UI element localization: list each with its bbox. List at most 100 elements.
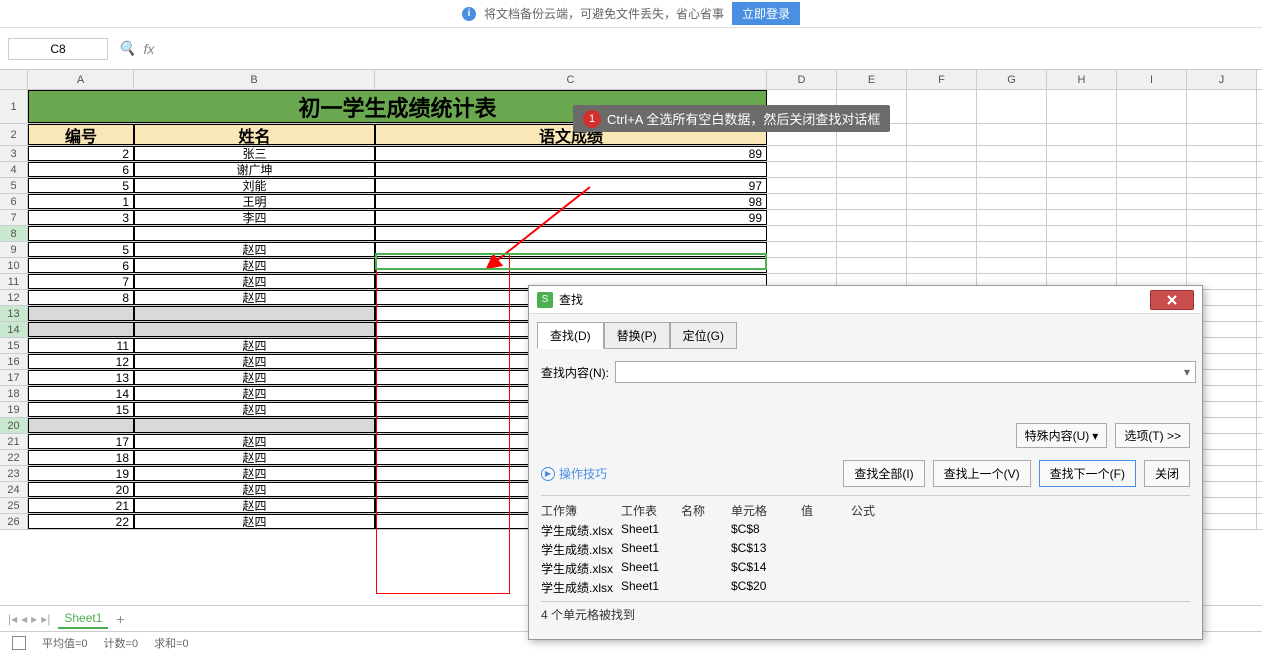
special-content-button[interactable]: 特殊内容(U)▾: [1016, 423, 1108, 448]
row-header[interactable]: 15: [0, 338, 28, 353]
row-header[interactable]: 25: [0, 498, 28, 513]
first-icon[interactable]: |◂: [8, 612, 17, 626]
cell[interactable]: 王明: [134, 194, 375, 209]
cell[interactable]: 赵四: [134, 386, 375, 401]
cell[interactable]: 刘能: [134, 178, 375, 193]
cell[interactable]: [134, 322, 375, 337]
close-button[interactable]: [1150, 290, 1194, 310]
row-header[interactable]: 23: [0, 466, 28, 481]
cell[interactable]: 18: [28, 450, 134, 465]
cell[interactable]: 8: [28, 290, 134, 305]
row-header[interactable]: 2: [0, 124, 28, 145]
cell[interactable]: 3: [28, 210, 134, 225]
sheet-nav[interactable]: |◂ ◂ ▸ ▸|: [8, 612, 50, 626]
cell[interactable]: 97: [375, 178, 767, 193]
cell-reference-input[interactable]: [8, 38, 108, 60]
result-row[interactable]: 学生成绩.xlsxSheet1$C$13: [541, 540, 1190, 559]
cell[interactable]: 1: [28, 194, 134, 209]
sheet-tab[interactable]: Sheet1: [58, 609, 108, 629]
col-header[interactable]: A: [28, 70, 134, 89]
row-header[interactable]: 7: [0, 210, 28, 225]
cell[interactable]: 21: [28, 498, 134, 513]
prev-icon[interactable]: ◂: [21, 612, 27, 626]
cell[interactable]: 赵四: [134, 338, 375, 353]
cell[interactable]: 89: [375, 146, 767, 161]
row-header[interactable]: 19: [0, 402, 28, 417]
cell[interactable]: 20: [28, 482, 134, 497]
find-all-button[interactable]: 查找全部(I): [843, 460, 924, 487]
close-button[interactable]: 关闭: [1144, 460, 1190, 487]
cell[interactable]: 5: [28, 242, 134, 257]
row-header[interactable]: 21: [0, 434, 28, 449]
cell[interactable]: 赵四: [134, 402, 375, 417]
row-header[interactable]: 5: [0, 178, 28, 193]
cell[interactable]: 98: [375, 194, 767, 209]
tab-find[interactable]: 查找(D): [537, 322, 604, 349]
selection-mode-icon[interactable]: [12, 636, 26, 650]
cell[interactable]: 2: [28, 146, 134, 161]
row-header[interactable]: 8: [0, 226, 28, 241]
cell[interactable]: 15: [28, 402, 134, 417]
cell[interactable]: 谢广坤: [134, 162, 375, 177]
search-input[interactable]: [615, 361, 1196, 383]
col-header[interactable]: I: [1117, 70, 1187, 89]
cell[interactable]: 赵四: [134, 354, 375, 369]
cell[interactable]: 赵四: [134, 450, 375, 465]
cell[interactable]: [375, 162, 767, 177]
dialog-titlebar[interactable]: S 查找: [529, 286, 1202, 314]
cell[interactable]: 12: [28, 354, 134, 369]
row-header[interactable]: 1: [0, 90, 28, 123]
row-header[interactable]: 10: [0, 258, 28, 273]
cell[interactable]: [134, 418, 375, 433]
find-next-button[interactable]: 查找下一个(F): [1039, 460, 1136, 487]
cell[interactable]: 赵四: [134, 258, 375, 273]
cell[interactable]: 19: [28, 466, 134, 481]
select-all-corner[interactable]: [0, 70, 28, 89]
find-prev-button[interactable]: 查找上一个(V): [933, 460, 1031, 487]
cell[interactable]: 赵四: [134, 434, 375, 449]
row-header[interactable]: 22: [0, 450, 28, 465]
cell[interactable]: 6: [28, 258, 134, 273]
cell[interactable]: [134, 306, 375, 321]
col-header[interactable]: H: [1047, 70, 1117, 89]
cell[interactable]: 赵四: [134, 466, 375, 481]
cell[interactable]: 11: [28, 338, 134, 353]
cell[interactable]: 22: [28, 514, 134, 529]
cell[interactable]: 13: [28, 370, 134, 385]
row-header[interactable]: 13: [0, 306, 28, 321]
cell[interactable]: 7: [28, 274, 134, 289]
cell[interactable]: [28, 418, 134, 433]
cell[interactable]: 张三: [134, 146, 375, 161]
cell[interactable]: [375, 226, 767, 241]
tips-link[interactable]: ▶ 操作技巧: [541, 465, 607, 482]
tab-goto[interactable]: 定位(G): [670, 322, 737, 349]
row-header[interactable]: 14: [0, 322, 28, 337]
col-header[interactable]: J: [1187, 70, 1257, 89]
options-button[interactable]: 选项(T) >>: [1115, 423, 1190, 448]
result-row[interactable]: 学生成绩.xlsxSheet1$C$8: [541, 521, 1190, 540]
cell[interactable]: [134, 226, 375, 241]
header-cell[interactable]: 姓名: [134, 124, 375, 145]
login-button[interactable]: 立即登录: [732, 2, 800, 25]
row-header[interactable]: 6: [0, 194, 28, 209]
header-cell[interactable]: 编号: [28, 124, 134, 145]
last-icon[interactable]: ▸|: [41, 612, 50, 626]
row-header[interactable]: 26: [0, 514, 28, 529]
row-header[interactable]: 12: [0, 290, 28, 305]
cell[interactable]: 赵四: [134, 370, 375, 385]
cell[interactable]: [28, 306, 134, 321]
row-header[interactable]: 24: [0, 482, 28, 497]
cell[interactable]: [375, 242, 767, 257]
col-header[interactable]: F: [907, 70, 977, 89]
col-header[interactable]: B: [134, 70, 375, 89]
cell[interactable]: 赵四: [134, 514, 375, 529]
row-header[interactable]: 16: [0, 354, 28, 369]
cell[interactable]: [375, 258, 767, 273]
cell[interactable]: 赵四: [134, 242, 375, 257]
cell[interactable]: 李四: [134, 210, 375, 225]
row-header[interactable]: 20: [0, 418, 28, 433]
cell[interactable]: 赵四: [134, 290, 375, 305]
tab-replace[interactable]: 替换(P): [604, 322, 670, 349]
col-header[interactable]: E: [837, 70, 907, 89]
cell[interactable]: 99: [375, 210, 767, 225]
